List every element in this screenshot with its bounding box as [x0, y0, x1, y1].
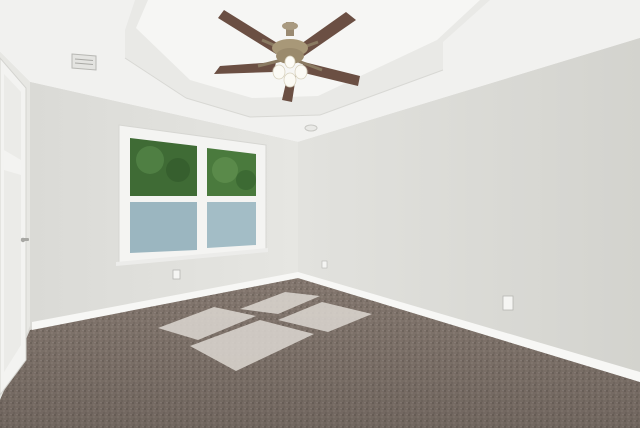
room-photo	[0, 0, 640, 428]
door	[0, 57, 29, 396]
outlet-back-wall	[172, 269, 181, 280]
window	[116, 124, 268, 266]
ceiling-vent	[71, 53, 97, 71]
outlet-right-wall	[502, 295, 514, 311]
smoke-detector	[304, 124, 318, 132]
room-illustration	[0, 0, 640, 428]
